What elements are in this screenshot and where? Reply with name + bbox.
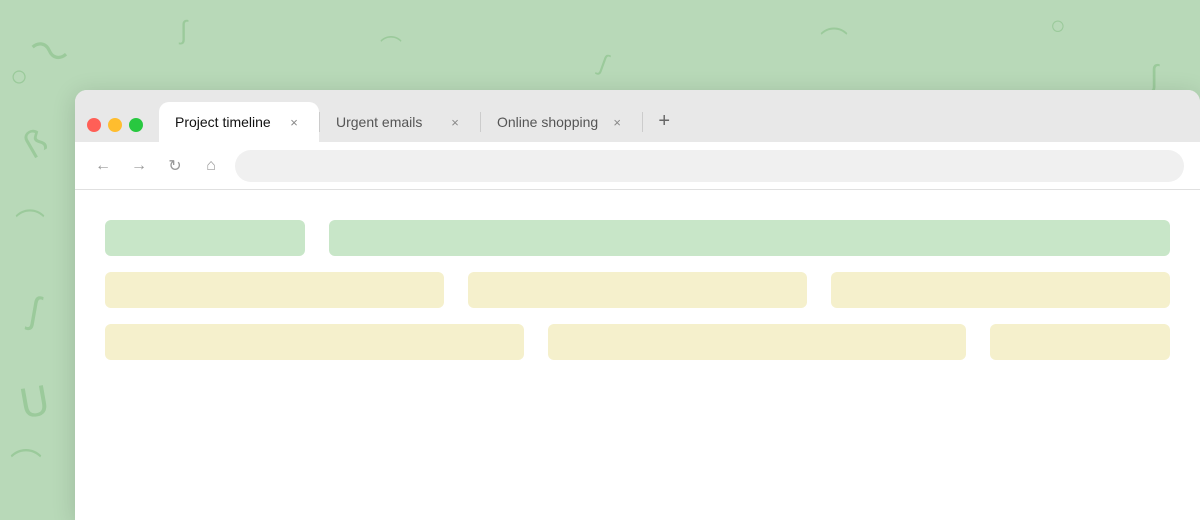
tab-label: Online shopping	[497, 114, 598, 130]
content-block-yellow-3	[831, 272, 1170, 308]
deco-shape: ⌒	[15, 200, 45, 244]
back-button[interactable]: ←	[91, 154, 115, 178]
deco-shape: ⌒	[380, 30, 402, 62]
window-controls	[87, 118, 143, 132]
deco-shape: ∫	[1150, 60, 1158, 94]
tab-project-timeline[interactable]: Project timeline ×	[159, 102, 319, 142]
deco-shape: ∫	[595, 50, 611, 79]
content-block-green-short	[105, 220, 305, 256]
content-block-yellow-6	[990, 324, 1170, 360]
content-block-yellow-4	[105, 324, 524, 360]
tab-urgent-emails[interactable]: Urgent emails ×	[320, 102, 480, 142]
deco-shape: ○	[10, 60, 28, 94]
deco-shape: ⌒	[10, 440, 42, 486]
deco-shape: ꟗ	[15, 118, 57, 169]
close-button[interactable]	[87, 118, 101, 132]
content-block-green-long	[329, 220, 1170, 256]
tab-bar: Project timeline × Urgent emails × Onlin…	[75, 90, 1200, 142]
tab-online-shopping[interactable]: Online shopping ×	[481, 102, 642, 142]
toolbar: ← → ↻ ⌂	[75, 142, 1200, 190]
tab-close-button[interactable]: ×	[446, 113, 464, 131]
home-button[interactable]: ⌂	[199, 154, 223, 178]
forward-button[interactable]: →	[127, 154, 151, 178]
content-row-3	[105, 324, 1170, 360]
reload-button[interactable]: ↻	[163, 154, 187, 178]
tab-label: Project timeline	[175, 114, 275, 130]
browser-window: Project timeline × Urgent emails × Onlin…	[75, 90, 1200, 520]
deco-shape: ʃ	[26, 290, 42, 334]
content-block-yellow-5	[548, 324, 967, 360]
content-block-yellow-2	[468, 272, 807, 308]
new-tab-button[interactable]: +	[649, 106, 679, 136]
tabs-container: Project timeline × Urgent emails × Onlin…	[159, 102, 1188, 142]
tab-close-button[interactable]: ×	[285, 113, 303, 131]
content-row-1	[105, 220, 1170, 256]
maximize-button[interactable]	[129, 118, 143, 132]
content-block-yellow-1	[105, 272, 444, 308]
deco-shape: ∫	[180, 15, 187, 46]
deco-shape: ○	[1050, 10, 1066, 41]
tab-label: Urgent emails	[336, 114, 436, 130]
deco-shape: 〜	[21, 15, 78, 83]
address-bar[interactable]	[235, 150, 1184, 182]
minimize-button[interactable]	[108, 118, 122, 132]
content-row-2	[105, 272, 1170, 308]
page-content	[75, 190, 1200, 520]
tab-close-button[interactable]: ×	[608, 113, 626, 131]
tab-separator	[642, 112, 643, 132]
deco-shape: ⌒	[820, 20, 848, 60]
deco-shape: ᑌ	[16, 378, 53, 428]
